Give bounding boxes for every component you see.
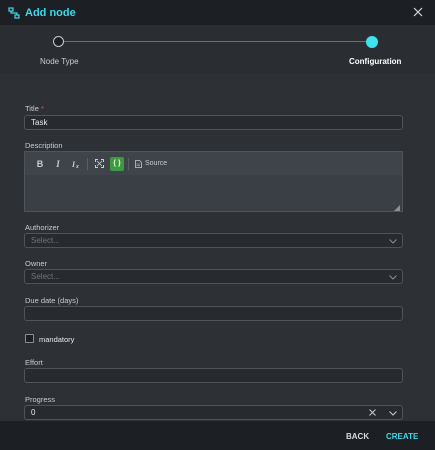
svg-text:x: x xyxy=(75,164,79,169)
title-label: Title * xyxy=(25,104,44,113)
toolbar-separator xyxy=(87,157,88,170)
source-button[interactable]: Source xyxy=(135,159,168,168)
stepper: Node Type Configuration xyxy=(0,25,435,73)
chevron-down-icon[interactable] xyxy=(389,237,397,245)
remove-format-button[interactable]: Ix xyxy=(69,157,83,171)
step-configuration-indicator[interactable] xyxy=(366,36,378,48)
title-input[interactable]: Task xyxy=(24,115,403,130)
progress-value: 0 xyxy=(31,408,36,417)
authorizer-select[interactable]: Select... xyxy=(24,233,403,248)
dialog-footer: BACK CREATE xyxy=(0,421,435,450)
due-date-label: Due date (days) xyxy=(25,296,79,305)
back-button[interactable]: BACK xyxy=(346,432,369,441)
progress-label: Progress xyxy=(25,395,56,404)
authorizer-label: Authorizer xyxy=(25,223,60,232)
authorizer-placeholder: Select... xyxy=(31,236,60,245)
bold-button[interactable]: B xyxy=(33,157,47,171)
flow-icon xyxy=(8,6,20,19)
step-node-type-indicator[interactable] xyxy=(53,36,64,47)
code-button[interactable]: { } xyxy=(110,156,124,171)
owner-label: Owner xyxy=(25,259,48,268)
document-icon xyxy=(135,159,142,168)
stepper-line xyxy=(58,41,372,42)
mandatory-label[interactable]: mandatory xyxy=(39,335,74,344)
editor-toolbar: B I Ix { } Source xyxy=(25,152,402,175)
required-mark: * xyxy=(40,104,44,113)
chevron-down-icon[interactable] xyxy=(389,409,397,417)
close-icon[interactable] xyxy=(411,5,425,19)
create-button[interactable]: CREATE xyxy=(386,432,418,441)
step-configuration-label: Configuration xyxy=(349,57,402,66)
due-date-input[interactable] xyxy=(24,306,403,321)
description-textarea[interactable] xyxy=(25,175,402,211)
chevron-down-icon[interactable] xyxy=(389,273,397,281)
description-editor: B I Ix { } Source xyxy=(24,151,403,212)
toolbar-separator xyxy=(128,157,129,170)
dialog-header: Add node xyxy=(0,0,435,25)
mandatory-checkbox[interactable] xyxy=(25,334,34,343)
maximize-icon[interactable] xyxy=(92,157,106,171)
owner-placeholder: Select... xyxy=(31,272,60,281)
dialog-title: Add node xyxy=(25,6,76,19)
source-label: Source xyxy=(145,160,168,167)
step-node-type-label: Node Type xyxy=(40,57,79,66)
effort-input[interactable] xyxy=(24,368,403,383)
resize-handle-icon[interactable] xyxy=(394,203,400,211)
description-label: Description xyxy=(25,141,63,150)
italic-button[interactable]: I xyxy=(51,157,65,171)
owner-select[interactable]: Select... xyxy=(24,269,403,284)
effort-label: Effort xyxy=(25,358,43,367)
progress-select[interactable]: 0 xyxy=(24,405,403,420)
clear-icon[interactable] xyxy=(368,408,377,417)
